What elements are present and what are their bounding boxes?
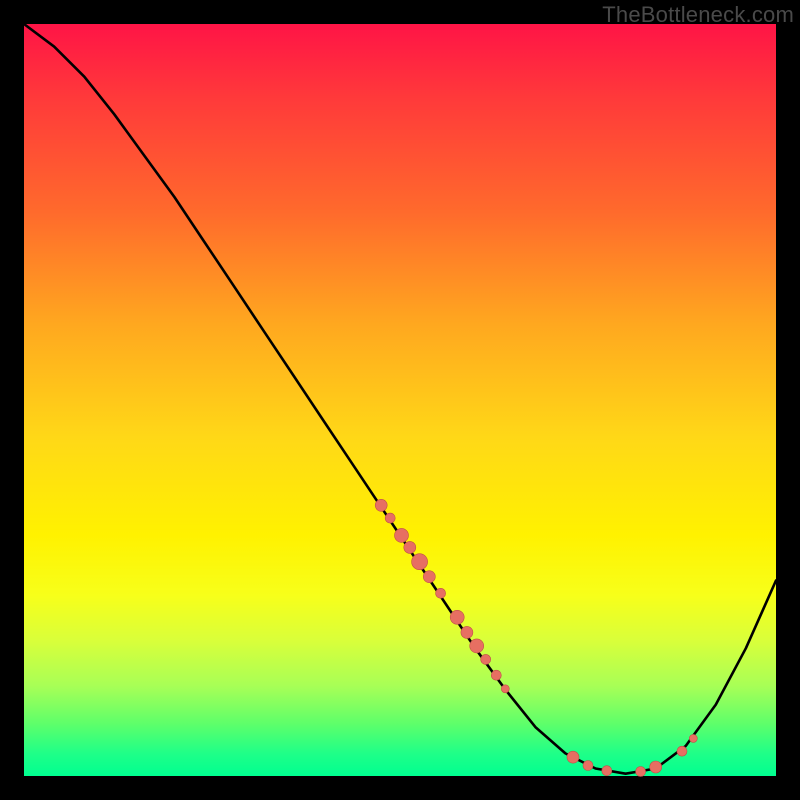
data-marker: [689, 734, 697, 742]
chart-svg: [24, 24, 776, 776]
data-marker: [481, 654, 491, 664]
data-marker: [385, 513, 395, 523]
data-markers: [375, 499, 697, 776]
data-marker: [395, 528, 409, 542]
data-marker: [491, 670, 501, 680]
chart-frame: TheBottleneck.com: [0, 0, 800, 800]
bottleneck-curve: [24, 24, 776, 774]
plot-area: [24, 24, 776, 776]
data-marker: [583, 761, 593, 771]
data-marker: [436, 588, 446, 598]
data-marker: [375, 499, 387, 511]
data-marker: [636, 767, 646, 777]
data-marker: [404, 541, 416, 553]
data-marker: [567, 751, 579, 763]
data-marker: [450, 610, 464, 624]
data-marker: [461, 626, 473, 638]
data-marker: [412, 554, 428, 570]
data-marker: [602, 766, 612, 776]
data-marker: [501, 685, 509, 693]
data-marker: [677, 746, 687, 756]
data-marker: [423, 571, 435, 583]
data-marker: [650, 761, 662, 773]
watermark-text: TheBottleneck.com: [602, 2, 794, 28]
data-marker: [470, 639, 484, 653]
